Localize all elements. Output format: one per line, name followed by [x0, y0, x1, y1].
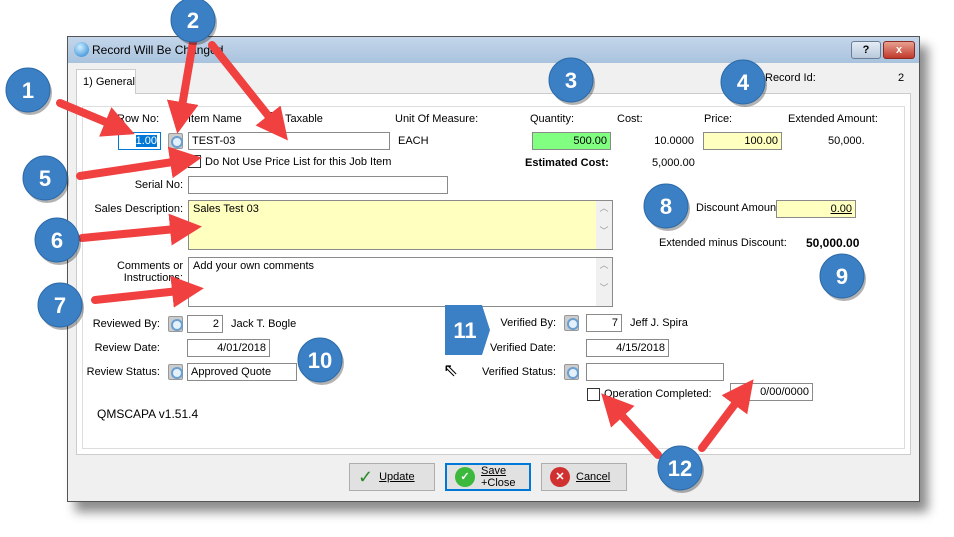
red-arrow: [78, 213, 202, 246]
red-arrow: [91, 275, 204, 308]
annotation-number: 9: [836, 264, 848, 289]
red-arrow: [208, 41, 288, 141]
annotation-overlay: 123 456789101112: [5, 0, 866, 493]
red-arrow: [601, 393, 662, 459]
red-arrow: [166, 38, 199, 134]
annotation-number: 3: [565, 68, 577, 93]
red-arrow: [698, 379, 754, 452]
annotation-number: 1: [22, 78, 34, 103]
annotation-number: 4: [737, 70, 750, 95]
annotation-number: 5: [39, 166, 51, 191]
annotation-number: 7: [54, 293, 66, 318]
red-arrow: [76, 146, 202, 180]
tab-general[interactable]: 1) General: [76, 69, 136, 94]
annotation-number: 12: [668, 456, 692, 481]
red-arrow: [56, 99, 135, 137]
annotation-number: 8: [660, 194, 672, 219]
annotation-number: 11: [453, 318, 476, 343]
annotation-number: 6: [51, 228, 63, 253]
annotation-number: 2: [187, 8, 199, 33]
annotation-number: 10: [308, 348, 332, 373]
